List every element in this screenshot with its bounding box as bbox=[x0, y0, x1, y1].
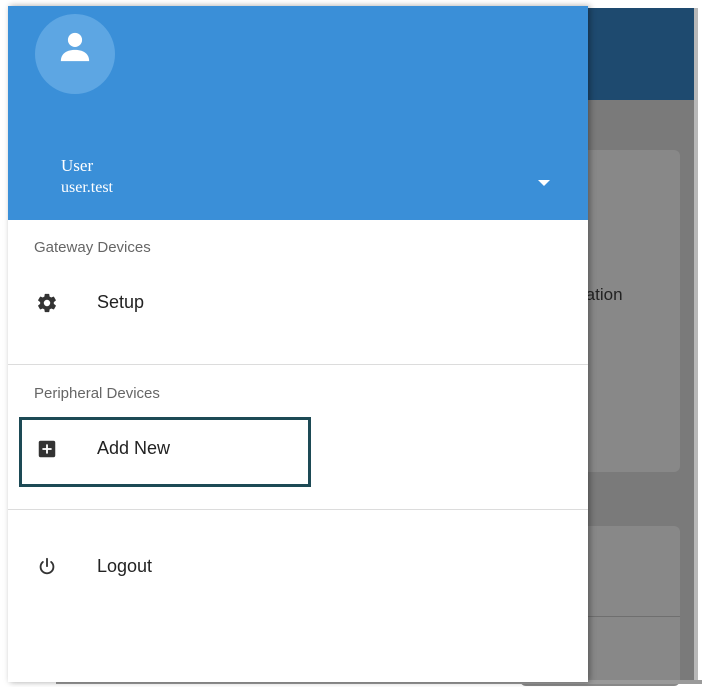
account-name: User bbox=[61, 156, 94, 175]
account-id: user.test bbox=[61, 179, 113, 196]
person-icon bbox=[60, 32, 90, 62]
divider bbox=[8, 364, 588, 365]
menu-item-setup[interactable]: Setup bbox=[8, 277, 588, 329]
right-shadow bbox=[694, 8, 698, 680]
navigation-drawer: User user.test Gateway Devices Setup Per… bbox=[8, 6, 588, 682]
gear-icon bbox=[36, 292, 58, 314]
screen: ration User user.test Gateway Devices Se… bbox=[0, 0, 704, 687]
section-header-gateway-devices: Gateway Devices bbox=[34, 239, 151, 256]
menu-item-label: Setup bbox=[97, 292, 145, 312]
menu-item-label: Logout bbox=[97, 556, 153, 576]
drawer-header: User user.test bbox=[8, 6, 588, 220]
menu-item-logout[interactable]: Logout bbox=[8, 541, 588, 593]
power-icon bbox=[36, 556, 58, 578]
section-header-peripheral-devices: Peripheral Devices bbox=[34, 385, 160, 402]
highlight-box bbox=[19, 417, 311, 487]
divider bbox=[8, 509, 588, 510]
arrow-drop-down-icon[interactable] bbox=[538, 180, 550, 186]
avatar[interactable] bbox=[35, 14, 115, 94]
